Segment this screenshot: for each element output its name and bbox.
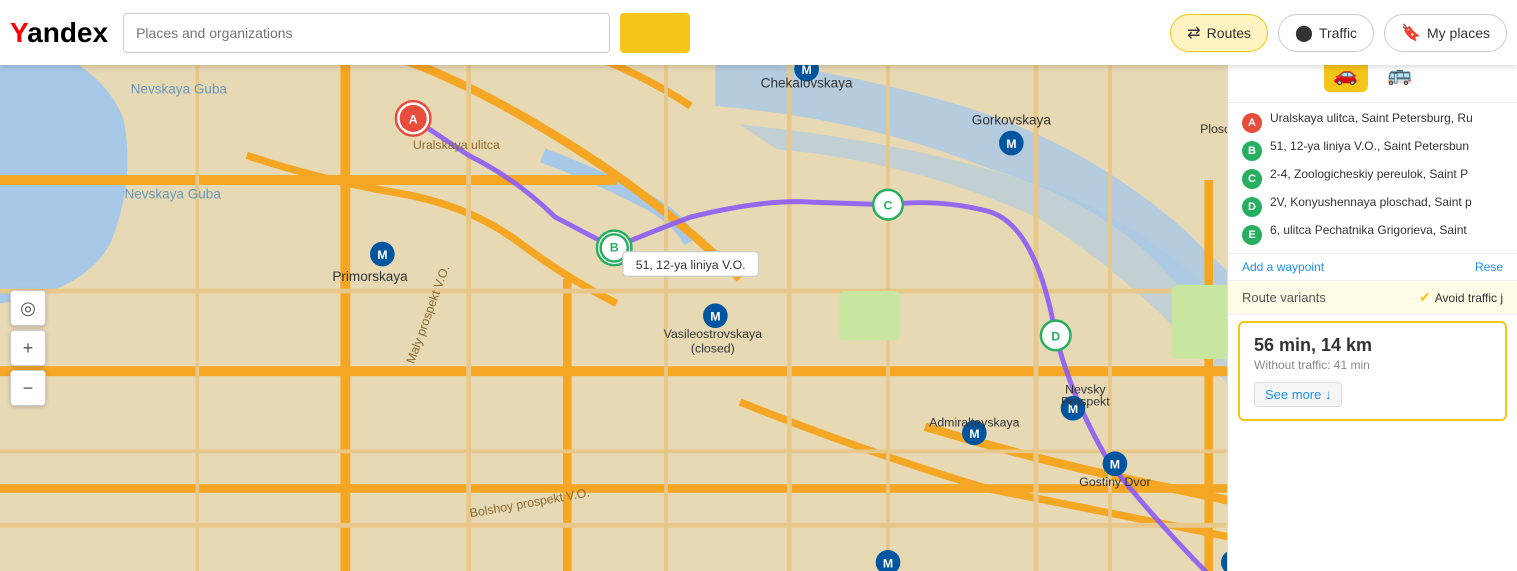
svg-text:M: M: [377, 248, 387, 262]
svg-text:Vasileostrovskaya: Vasileostrovskaya: [664, 327, 763, 341]
svg-text:(closed): (closed): [691, 342, 735, 356]
waypoint-b-badge: B: [1242, 141, 1262, 161]
svg-text:Uralskaya ulitca: Uralskaya ulitca: [413, 138, 500, 152]
zoom-in-button[interactable]: +: [10, 330, 46, 366]
waypoint-b-text: 51, 12-ya liniya V.O., Saint Petersbun: [1270, 139, 1503, 155]
svg-text:Nevskaya Guba: Nevskaya Guba: [131, 82, 228, 97]
waypoint-actions: Add a waypoint Rese: [1228, 254, 1517, 281]
svg-text:Prospekt: Prospekt: [1061, 395, 1110, 409]
logo-red: Y: [10, 17, 27, 48]
traffic-icon: ⬤: [1295, 23, 1313, 43]
svg-text:Primorskaya: Primorskaya: [332, 269, 408, 284]
reset-button[interactable]: Rese: [1475, 260, 1503, 274]
svg-text:A: A: [409, 112, 418, 126]
svg-text:C: C: [884, 199, 893, 213]
waypoints-list: A Uralskaya ulitca, Saint Petersburg, Ru…: [1228, 103, 1517, 254]
svg-text:M: M: [883, 556, 893, 570]
avoid-traffic-label: Avoid traffic j: [1435, 291, 1503, 305]
avoid-traffic-section: ✔ Avoid traffic j: [1419, 289, 1503, 306]
waypoint-e-badge: E: [1242, 225, 1262, 245]
my-places-button[interactable]: 🔖 My places: [1384, 14, 1507, 52]
search-button[interactable]: [620, 13, 690, 53]
traffic-button[interactable]: ⬤ Traffic: [1278, 14, 1374, 52]
waypoint-c-badge: C: [1242, 169, 1262, 189]
routes-icon: ⇄: [1187, 23, 1200, 43]
waypoint-c-text: 2-4, Zoologicheskiy pereulok, Saint P: [1270, 167, 1503, 183]
waypoint-d-text: 2V, Konyushennaya ploschad, Saint p: [1270, 195, 1503, 211]
add-waypoint-button[interactable]: Add a waypoint: [1242, 260, 1324, 274]
svg-text:M: M: [1110, 458, 1120, 472]
waypoint-a-badge: A: [1242, 113, 1262, 133]
routes-panel: ⇄ Routes − 🚗 🚌 A Uralskaya ulitca, Saint…: [1227, 0, 1517, 571]
svg-text:Admiralteyskaya: Admiralteyskaya: [929, 416, 1020, 430]
waypoint-a-text: Uralskaya ulitca, Saint Petersburg, Ru: [1270, 111, 1503, 127]
map-controls: ◎ + −: [10, 290, 46, 406]
svg-text:M: M: [710, 310, 720, 324]
svg-text:Chekalovskaya: Chekalovskaya: [761, 76, 853, 91]
routes-button[interactable]: ⇄ Routes: [1170, 14, 1268, 52]
svg-text:Gorkovskaya: Gorkovskaya: [972, 113, 1052, 128]
route-without-traffic: Without traffic: 41 min: [1254, 358, 1491, 372]
see-more-button[interactable]: See more ↓: [1254, 382, 1342, 407]
topbar: Yandex ⇄ Routes ⬤ Traffic 🔖 My places: [0, 0, 1517, 65]
waypoint-a: A Uralskaya ulitca, Saint Petersburg, Ru: [1242, 111, 1503, 133]
waypoint-d: D 2V, Konyushennaya ploschad, Saint p: [1242, 195, 1503, 217]
waypoint-c: C 2-4, Zoologicheskiy pereulok, Saint P: [1242, 167, 1503, 189]
route-result: 56 min, 14 km Without traffic: 41 min Se…: [1238, 321, 1507, 421]
svg-text:51, 12-ya liniya V.O.: 51, 12-ya liniya V.O.: [636, 258, 746, 272]
svg-text:Gostiny Dvor: Gostiny Dvor: [1079, 475, 1150, 489]
zoom-out-button[interactable]: −: [10, 370, 46, 406]
logo-black: andex: [27, 17, 108, 48]
route-variants-row: Route variants ✔ Avoid traffic j: [1228, 281, 1517, 315]
route-time: 56 min, 14 km: [1254, 335, 1491, 356]
traffic-label: Traffic: [1319, 25, 1357, 41]
svg-text:Nevskaya Guba: Nevskaya Guba: [124, 187, 221, 202]
route-variants-label: Route variants: [1242, 290, 1326, 305]
svg-text:B: B: [610, 241, 619, 255]
search-input[interactable]: [123, 13, 610, 53]
waypoint-e: E 6, ulitca Pechatnika Grigorieva, Saint: [1242, 223, 1503, 245]
bookmark-icon: 🔖: [1401, 23, 1421, 43]
waypoint-b: B 51, 12-ya liniya V.O., Saint Petersbun: [1242, 139, 1503, 161]
my-places-label: My places: [1427, 25, 1490, 41]
waypoint-e-text: 6, ulitca Pechatnika Grigorieva, Saint: [1270, 223, 1503, 239]
svg-text:M: M: [1006, 137, 1016, 151]
svg-text:D: D: [1051, 329, 1060, 343]
compass-button[interactable]: ◎: [10, 290, 46, 326]
routes-label: Routes: [1207, 25, 1251, 41]
waypoint-d-badge: D: [1242, 197, 1262, 217]
logo: Yandex: [10, 17, 108, 49]
avoid-traffic-checkmark: ✔: [1419, 289, 1431, 306]
